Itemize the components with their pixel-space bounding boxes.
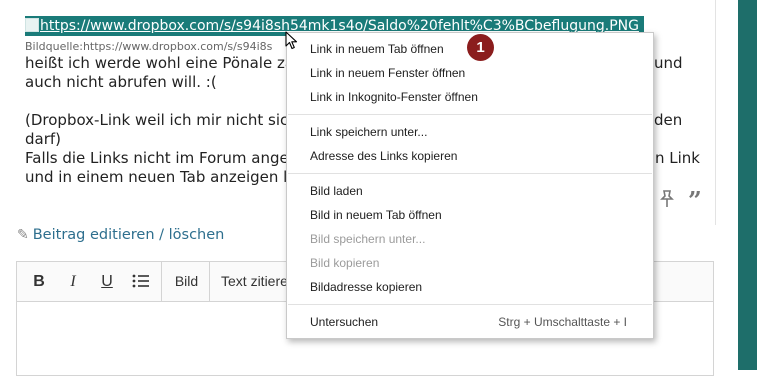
right-sidebar-bar	[738, 0, 757, 370]
post-text-line: darf)	[25, 130, 62, 148]
post-text-line: Falls die Links nicht im Forum angeze	[25, 149, 306, 167]
quote-icon[interactable]: ”	[688, 186, 702, 215]
menu-item-copy-image: Bild kopieren	[310, 256, 380, 270]
toolbar-divider	[161, 262, 162, 301]
post-text-line: (Dropbox-Link weil ich mir nicht sich	[25, 111, 298, 129]
menu-item-open-link-new-window[interactable]: Link in neuem Fenster öffnen	[287, 61, 653, 85]
inspect-shortcut: Strg + Umschalttaste + I	[498, 315, 627, 329]
list-button[interactable]	[127, 262, 155, 301]
underline-button[interactable]: U	[93, 262, 121, 301]
toolbar-divider	[209, 262, 210, 301]
post-text-fragment: n Link	[655, 149, 700, 167]
menu-item-open-link-incognito[interactable]: Link in Inkognito-Fenster öffnen	[287, 85, 653, 109]
post-border	[715, 0, 716, 225]
pencil-icon: ✎	[17, 227, 29, 243]
image-button[interactable]: Bild	[168, 262, 205, 301]
context-menu: Link in neuem Tab öffnen Link in neuem F…	[286, 32, 654, 339]
menu-item-open-image-new-tab[interactable]: Bild in neuem Tab öffnen	[287, 203, 653, 227]
menu-separator	[288, 173, 652, 174]
menu-item-load-image[interactable]: Bild laden	[287, 179, 653, 203]
bold-button[interactable]: B	[25, 262, 53, 301]
post-text-line: und in einem neuen Tab anzeigen las	[25, 168, 305, 186]
edit-post-link[interactable]: ✎ Beitrag editieren / löschen	[17, 227, 224, 243]
post-text-fragment: den	[654, 111, 683, 129]
menu-item-copy-link-address[interactable]: Adresse des Links kopieren	[287, 144, 653, 168]
edit-post-label[interactable]: Beitrag editieren / löschen	[33, 227, 225, 243]
image-caption: Bildquelle:https://www.dropbox.com/s/s94…	[25, 40, 273, 53]
menu-item-inspect[interactable]: Untersuchen Strg + Umschalttaste + I	[287, 310, 653, 334]
image-broken-icon	[25, 18, 39, 32]
cursor-icon	[285, 31, 298, 50]
menu-separator	[288, 304, 652, 305]
list-icon	[132, 274, 149, 288]
menu-item-save-image-as: Bild speichern unter...	[310, 232, 426, 246]
italic-button[interactable]: I	[59, 262, 87, 301]
step-badge: 1	[467, 34, 494, 61]
post-text-fragment: und	[654, 54, 683, 72]
menu-item-save-link-as[interactable]: Link speichern unter...	[287, 120, 653, 144]
post-text-line: heißt ich werde wohl eine Pönale zah	[25, 54, 304, 72]
menu-item-copy-image-address[interactable]: Bildadresse kopieren	[287, 275, 653, 299]
menu-separator	[288, 114, 652, 115]
post-text-line: auch nicht abrufen will. :(	[25, 73, 217, 91]
pin-icon[interactable]	[659, 190, 675, 213]
